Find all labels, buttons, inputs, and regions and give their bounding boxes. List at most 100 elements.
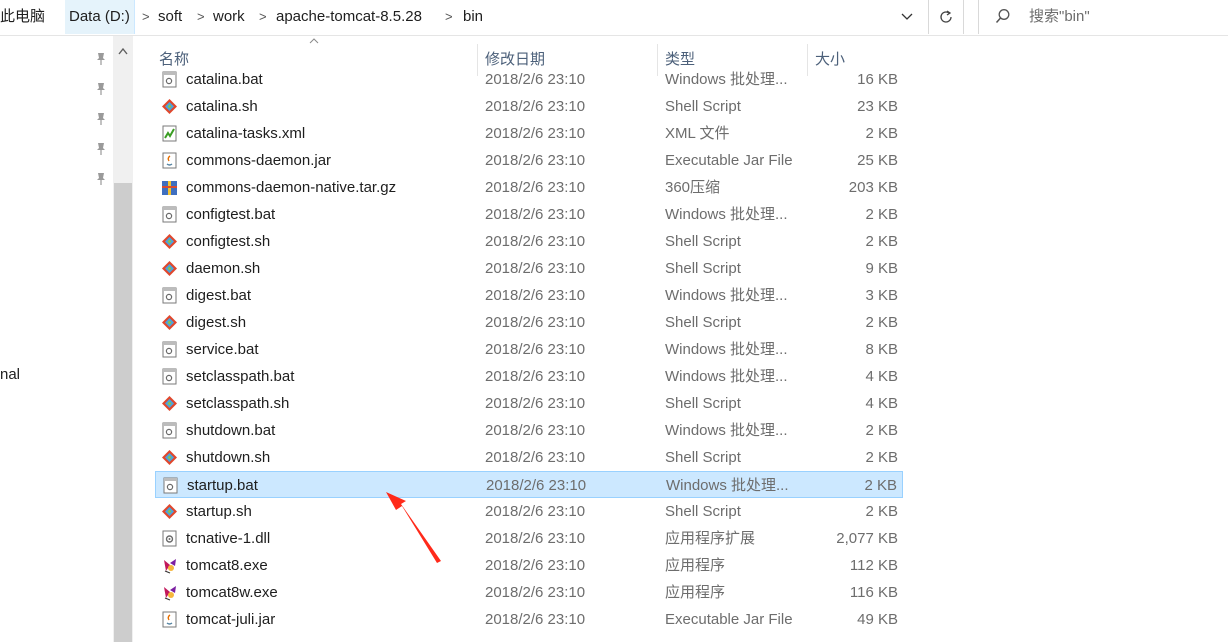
file-name: tomcat8w.exe xyxy=(186,584,278,601)
file-row[interactable]: commons-daemon-native.tar.gz 2018/2/6 23:… xyxy=(155,174,903,201)
breadcrumb-soft[interactable]: soft xyxy=(158,0,182,34)
file-size: 4 KB xyxy=(865,395,898,412)
jar-file-icon xyxy=(162,611,177,628)
file-type: XML 文件 xyxy=(665,125,730,142)
file-name: service.bat xyxy=(186,341,259,358)
file-row[interactable]: digest.bat 2018/2/6 23:10 Windows 批处理... 3 … xyxy=(155,282,903,309)
sh-file-icon xyxy=(162,396,177,411)
file-size: 112 KB xyxy=(849,557,898,574)
file-size: 116 KB xyxy=(849,584,898,601)
file-list: catalina.bat 2018/2/6 23:10 Windows 批处理...… xyxy=(155,66,915,642)
file-size: 8 KB xyxy=(865,341,898,358)
file-row[interactable]: tomcat8.exe 2018/2/6 23:10 应用程序 112 KB xyxy=(155,552,903,579)
file-row[interactable]: setclasspath.sh 2018/2/6 23:10 Shell Scrip… xyxy=(155,390,903,417)
breadcrumb-separator[interactable]: > xyxy=(142,0,150,34)
file-row[interactable]: tomcat-juli.jar 2018/2/6 23:10 Executable … xyxy=(155,606,903,633)
sh-file-icon xyxy=(162,234,177,249)
chevron-down-icon[interactable] xyxy=(896,0,918,34)
search-input[interactable]: 搜索"bin" xyxy=(1029,0,1090,34)
breadcrumb-tomcat[interactable]: apache-tomcat-8.5.28 xyxy=(276,0,422,34)
file-date: 2018/2/6 23:10 xyxy=(485,422,586,439)
file-type: Windows 批处理... xyxy=(665,422,788,439)
breadcrumb-separator[interactable]: > xyxy=(259,0,267,34)
pin-icon[interactable] xyxy=(95,112,107,126)
file-row[interactable]: catalina-tasks.xml 2018/2/6 23:10 XML 文件 2 … xyxy=(155,120,903,147)
bat-file-icon xyxy=(162,287,177,304)
file-row[interactable]: startup.bat 2018/2/6 23:10 Windows 批处理... 2… xyxy=(155,471,903,498)
file-name: tcnative-1.dll xyxy=(186,530,271,547)
file-row[interactable]: digest.sh 2018/2/6 23:10 Shell Script 2 KB xyxy=(155,309,903,336)
file-size: 2 KB xyxy=(864,477,897,494)
file-type: 应用程序扩展 xyxy=(665,530,756,547)
file-date: 2018/2/6 23:10 xyxy=(485,449,586,466)
search-icon xyxy=(995,9,1010,23)
file-name: digest.bat xyxy=(186,287,252,304)
nav-scrollbar-thumb[interactable] xyxy=(114,183,132,642)
file-date: 2018/2/6 23:10 xyxy=(485,152,586,169)
file-row[interactable]: configtest.bat 2018/2/6 23:10 Windows 批处理.… xyxy=(155,201,903,228)
file-size: 2 KB xyxy=(865,206,898,223)
search-box[interactable]: 搜索"bin" xyxy=(978,0,1228,34)
file-row[interactable]: daemon.sh 2018/2/6 23:10 Shell Script 9 KB xyxy=(155,255,903,282)
sort-ascending-icon xyxy=(309,38,319,44)
pin-icon[interactable] xyxy=(95,52,107,66)
file-name: configtest.sh xyxy=(186,233,271,250)
file-type: Shell Script xyxy=(665,314,741,331)
file-size: 25 KB xyxy=(857,152,898,169)
file-name: commons-daemon.jar xyxy=(186,152,332,169)
file-row[interactable]: service.bat 2018/2/6 23:10 Windows 批处理... 8… xyxy=(155,336,903,363)
breadcrumb-drive[interactable]: Data (D:) xyxy=(65,0,135,34)
scroll-up-arrow-icon[interactable] xyxy=(113,44,133,62)
file-date: 2018/2/6 23:10 xyxy=(485,503,586,520)
file-row[interactable]: configtest.sh 2018/2/6 23:10 Shell Script 2… xyxy=(155,228,903,255)
file-type: Executable Jar File xyxy=(665,152,793,169)
address-bar: 此电脑 Data (D:) > soft > work > apache-tom… xyxy=(0,0,1228,36)
file-row[interactable]: shutdown.bat 2018/2/6 23:10 Windows 批处理...… xyxy=(155,417,903,444)
nav-item-partial[interactable]: nal xyxy=(0,366,20,383)
file-row[interactable]: tomcat8w.exe 2018/2/6 23:10 应用程序 116 KB xyxy=(155,579,903,606)
breadcrumb-bin[interactable]: bin xyxy=(463,0,483,34)
file-date: 2018/2/6 23:10 xyxy=(485,368,586,385)
file-row[interactable]: commons-daemon.jar 2018/2/6 23:10 Executab… xyxy=(155,147,903,174)
file-date: 2018/2/6 23:10 xyxy=(485,395,586,412)
file-date: 2018/2/6 23:10 xyxy=(486,477,587,494)
file-row[interactable]: startup.sh 2018/2/6 23:10 Shell Script 2 KB xyxy=(155,498,903,525)
file-name: catalina.sh xyxy=(186,98,258,115)
breadcrumb-work[interactable]: work xyxy=(213,0,245,34)
file-name: shutdown.sh xyxy=(186,449,271,466)
pin-icon[interactable] xyxy=(95,142,107,156)
file-row[interactable]: catalina.bat 2018/2/6 23:10 Windows 批处理...… xyxy=(155,66,903,93)
refresh-icon[interactable] xyxy=(928,0,964,34)
archive-file-icon xyxy=(162,181,177,195)
file-size: 2 KB xyxy=(865,422,898,439)
file-date: 2018/2/6 23:10 xyxy=(485,287,586,304)
file-row[interactable]: tcnative-1.dll 2018/2/6 23:10 应用程序扩展 2,077 … xyxy=(155,525,903,552)
file-name: tomcat-juli.jar xyxy=(186,611,276,628)
file-date: 2018/2/6 23:10 xyxy=(485,179,586,196)
breadcrumb-this-pc[interactable]: 此电脑 xyxy=(0,0,45,35)
file-row[interactable]: setclasspath.bat 2018/2/6 23:10 Windows 批处… xyxy=(155,363,903,390)
file-size: 23 KB xyxy=(857,98,898,115)
file-type: Windows 批处理... xyxy=(665,368,788,385)
file-row[interactable]: shutdown.sh 2018/2/6 23:10 Shell Script 2 K… xyxy=(155,444,903,471)
jar-file-icon xyxy=(162,152,177,169)
pin-icon[interactable] xyxy=(95,172,107,186)
breadcrumb-separator[interactable]: > xyxy=(445,0,453,34)
pin-icon[interactable] xyxy=(95,82,107,96)
breadcrumb-separator[interactable]: > xyxy=(197,0,205,34)
exe-file-icon xyxy=(164,586,176,601)
file-size: 2 KB xyxy=(865,233,898,250)
bat-file-icon xyxy=(162,422,177,439)
file-name: digest.sh xyxy=(186,314,247,331)
file-name: configtest.bat xyxy=(186,206,276,223)
file-type: Shell Script xyxy=(665,233,741,250)
file-size: 203 KB xyxy=(848,179,898,196)
file-row[interactable]: catalina.sh 2018/2/6 23:10 Shell Script 23 … xyxy=(155,93,903,120)
file-date: 2018/2/6 23:10 xyxy=(485,557,586,574)
file-type: Shell Script xyxy=(665,503,741,520)
file-type: Windows 批处理... xyxy=(665,71,788,88)
file-name: daemon.sh xyxy=(186,260,261,277)
file-name: setclasspath.bat xyxy=(186,368,295,385)
file-type: Windows 批处理... xyxy=(665,341,788,358)
file-type: Windows 批处理... xyxy=(666,477,789,494)
